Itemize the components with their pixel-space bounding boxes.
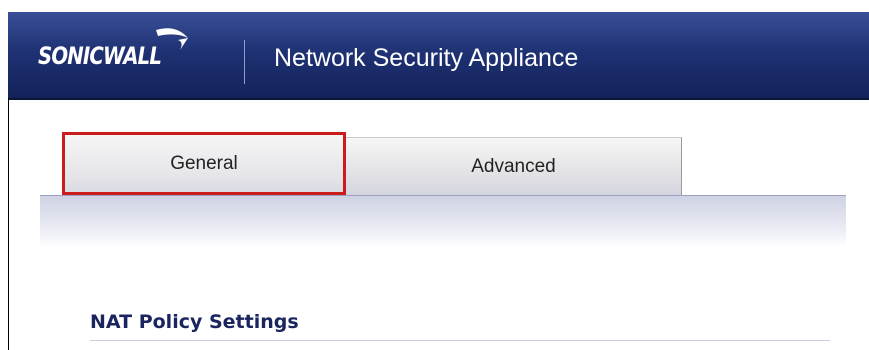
brand-name: SONICWALL <box>38 42 162 70</box>
tab-bar-band <box>40 195 846 248</box>
tab-general[interactable]: General <box>62 132 346 195</box>
tab-advanced-label: Advanced <box>471 155 556 177</box>
app-header: SONICWALL Network Security Appliance <box>8 12 869 100</box>
section-title: NAT Policy Settings <box>90 311 299 333</box>
section-divider <box>90 340 830 341</box>
app-title: Network Security Appliance <box>274 44 579 72</box>
content-left-border <box>8 98 9 350</box>
tab-general-label: General <box>170 152 238 174</box>
sonicwall-swoosh-icon <box>156 28 188 50</box>
tab-advanced[interactable]: Advanced <box>346 137 682 195</box>
header-divider <box>244 40 245 84</box>
page: SONICWALL Network Security Appliance Adv… <box>0 0 869 350</box>
